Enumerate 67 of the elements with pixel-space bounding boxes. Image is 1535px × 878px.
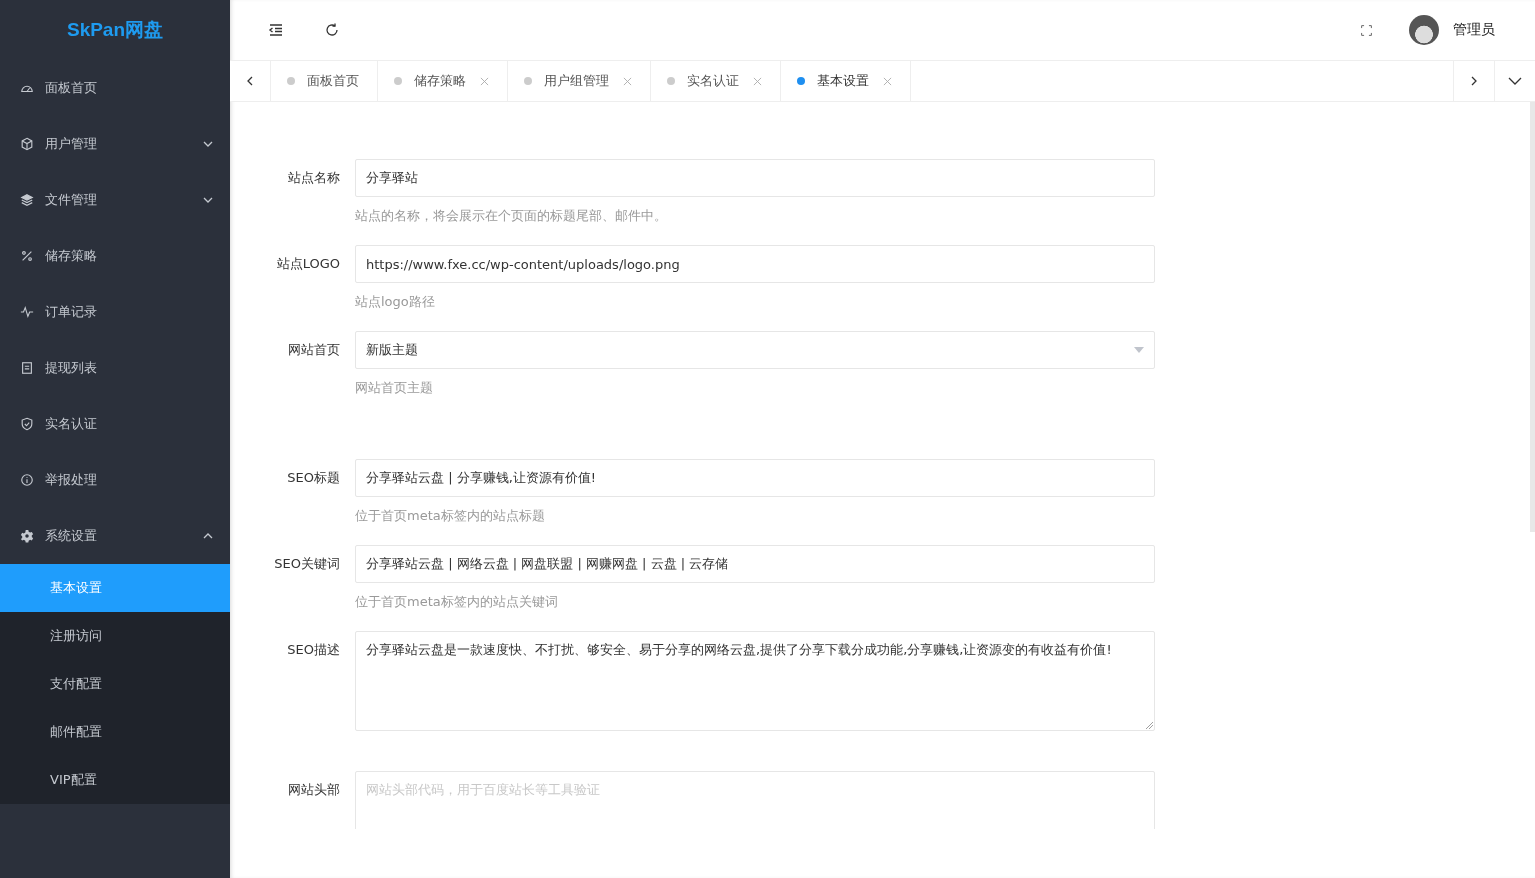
avatar[interactable] (1409, 15, 1439, 45)
menu-icon (20, 193, 34, 207)
tab[interactable]: 用户组管理 (508, 61, 651, 101)
menu-icon (20, 137, 34, 151)
resize-grip-icon (1145, 721, 1153, 729)
tab[interactable]: 储存策略 (378, 61, 508, 101)
text-field[interactable]: 分享驿站云盘 | 网络云盘 | 网盘联盟 | 网赚网盘 | 云盘 | 云存储 (355, 545, 1155, 583)
menu-icon (20, 305, 34, 319)
menu-item[interactable]: 提现列表 (0, 340, 230, 396)
menu-item[interactable]: 文件管理 (0, 172, 230, 228)
select-field[interactable]: 新版主题 (355, 331, 1155, 369)
menu-label: 举报处理 (45, 471, 98, 489)
menu-label: 用户管理 (45, 135, 98, 153)
submenu-item[interactable]: 邮件配置 (0, 708, 230, 756)
menu-label: 系统设置 (45, 527, 98, 545)
tab[interactable]: 面板首页 (271, 61, 378, 101)
text-field[interactable]: 分享驿站云盘 | 分享赚钱,让资源有价值! (355, 459, 1155, 497)
help-text: 网站首页主题 (355, 379, 434, 397)
text-field[interactable]: 分享驿站 (355, 159, 1155, 197)
menu-icon (20, 473, 34, 487)
menu-item[interactable]: 系统设置 (0, 508, 230, 564)
tab[interactable]: 基本设置 (781, 61, 911, 101)
caret-icon (1134, 347, 1144, 353)
menu-icon (20, 361, 34, 375)
menu-item[interactable]: 实名认证 (0, 396, 230, 452)
field-label: 站点名称 (287, 169, 341, 187)
text-field[interactable]: https://www.fxe.cc/wp-content/uploads/logo.png (355, 245, 1155, 283)
help-text: 位于首页meta标签内的站点标题 (355, 507, 546, 525)
chevron-down-icon[interactable] (1508, 75, 1522, 87)
status-dot-icon (394, 77, 402, 85)
fullscreen-icon[interactable] (1360, 23, 1373, 37)
refresh-icon[interactable] (324, 22, 340, 38)
menu-icon (20, 417, 34, 431)
menu-label: 实名认证 (45, 415, 98, 433)
menu-label: 文件管理 (45, 191, 98, 209)
field-label: SEO关键词 (273, 555, 341, 573)
menu-icon (20, 249, 34, 263)
submenu-item[interactable]: VIP配置 (0, 756, 230, 804)
menu-item[interactable]: 用户管理 (0, 116, 230, 172)
submenu-item[interactable]: 注册访问 (0, 612, 230, 660)
help-text: 站点logo路径 (355, 293, 436, 311)
field-label: SEO标题 (286, 469, 341, 487)
status-dot-icon (797, 77, 805, 85)
menu-item[interactable]: 储存策略 (0, 228, 230, 284)
menu-label: 订单记录 (45, 303, 98, 321)
status-dot-icon (667, 77, 675, 85)
textarea-field[interactable]: 分享驿站云盘是一款速度快、不打扰、够安全、易于分享的网络云盘,提供了分享下载分成功能,分享赚钱,让资源变的有收益有价值! (355, 631, 1155, 731)
help-text: 站点的名称，将会展示在个页面的标题尾部、邮件中。 (355, 207, 668, 225)
status-dot-icon (524, 77, 532, 85)
menu-item[interactable]: 订单记录 (0, 284, 230, 340)
submenu-item[interactable]: 支付配置 (0, 660, 230, 708)
menu-label: 提现列表 (45, 359, 98, 377)
field-label: 网站首页 (287, 341, 341, 359)
field-label: 网站头部 (287, 781, 341, 799)
help-text: 位于首页meta标签内的站点关键词 (355, 593, 559, 611)
menu-icon (20, 529, 34, 543)
menu-fold-icon[interactable] (268, 22, 284, 38)
menu-label: 面板首页 (45, 79, 98, 97)
status-dot-icon (287, 77, 295, 85)
user-name[interactable]: 管理员 (1453, 21, 1495, 39)
menu-item[interactable]: 举报处理 (0, 452, 230, 508)
tab[interactable]: 实名认证 (651, 61, 781, 101)
field-label: 站点LOGO (275, 255, 341, 273)
logo-text: SkPan网盘 (65, 18, 165, 42)
menu-item[interactable]: 面板首页 (0, 60, 230, 116)
menu-label: 储存策略 (45, 247, 98, 265)
field-label: SEO描述 (286, 641, 341, 659)
